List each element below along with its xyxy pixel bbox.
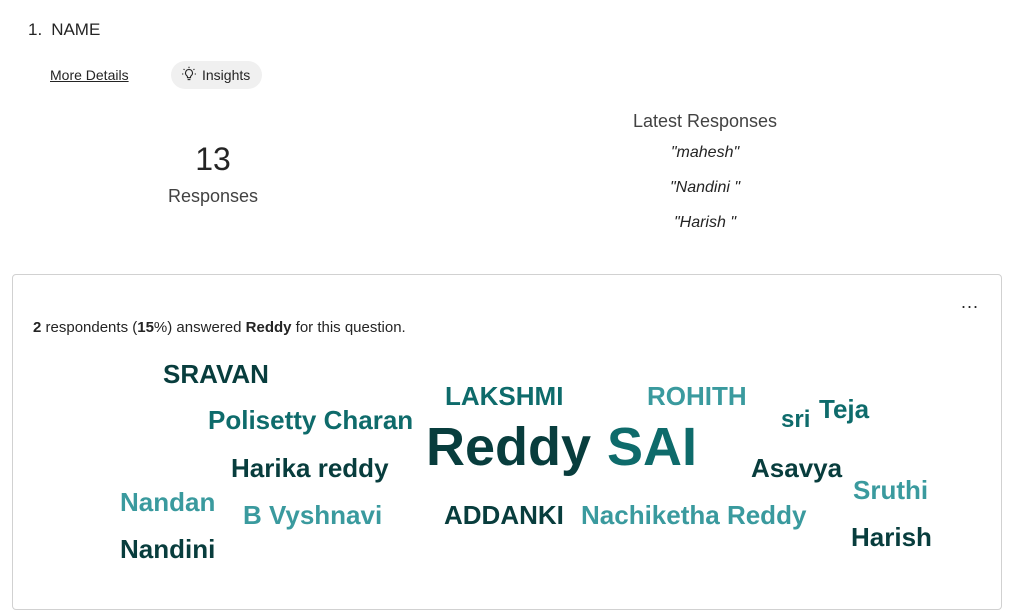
- word-cloud-term: SRAVAN: [163, 359, 269, 389]
- word-cloud-term: Nandini: [120, 534, 216, 564]
- summary-answer: Reddy: [245, 319, 292, 336]
- summary-percent: 15: [137, 319, 154, 336]
- latest-response-item: "Nandini ": [669, 179, 741, 196]
- summary-text: 2 respondents (15%) answered Reddy for t…: [33, 319, 406, 336]
- word-cloud-term: Nachiketha Reddy: [581, 500, 807, 530]
- word-cloud-term: Harish: [851, 522, 932, 552]
- word-cloud-term: Asavya: [751, 453, 843, 483]
- word-cloud-term: sri: [781, 406, 811, 433]
- word-cloud-term: Harika reddy: [231, 453, 389, 483]
- word-cloud-term: Sruthi: [853, 475, 929, 505]
- word-cloud-term: Nandan: [120, 487, 216, 517]
- latest-response-item: "Harish ": [673, 214, 737, 231]
- word-cloud-term: ADDANKI: [444, 500, 564, 530]
- word-cloud-term: Reddy: [426, 417, 592, 477]
- word-cloud-term: ROHITH: [647, 381, 747, 411]
- latest-responses-title: Latest Responses: [632, 111, 778, 131]
- insights-label: Insights: [202, 67, 251, 83]
- more-options-button[interactable]: ...: [961, 293, 979, 311]
- question-text: NAME: [51, 20, 101, 39]
- insights-button[interactable]: Insights: [171, 61, 263, 89]
- word-cloud-term: SAI: [607, 417, 698, 477]
- response-count: 13: [195, 141, 231, 177]
- word-cloud-term: Teja: [819, 394, 870, 424]
- question-number: 1.: [28, 20, 43, 39]
- word-cloud-term: Polisetty Charan: [208, 405, 414, 435]
- word-cloud-term: LAKSHMI: [445, 381, 564, 411]
- response-count-label: Responses: [167, 186, 259, 206]
- latest-response-item: "mahesh": [670, 144, 740, 161]
- more-details-link[interactable]: More Details: [50, 67, 129, 83]
- latest-responses-list: "mahesh" "Nandini " "Harish ": [600, 143, 810, 248]
- word-cloud-card: ... 2 respondents (15%) answered Reddy f…: [12, 274, 1002, 610]
- lightbulb-icon: [181, 66, 202, 85]
- question-title: 1. NAME: [28, 20, 100, 40]
- word-cloud-term: B Vyshnavi: [243, 500, 383, 530]
